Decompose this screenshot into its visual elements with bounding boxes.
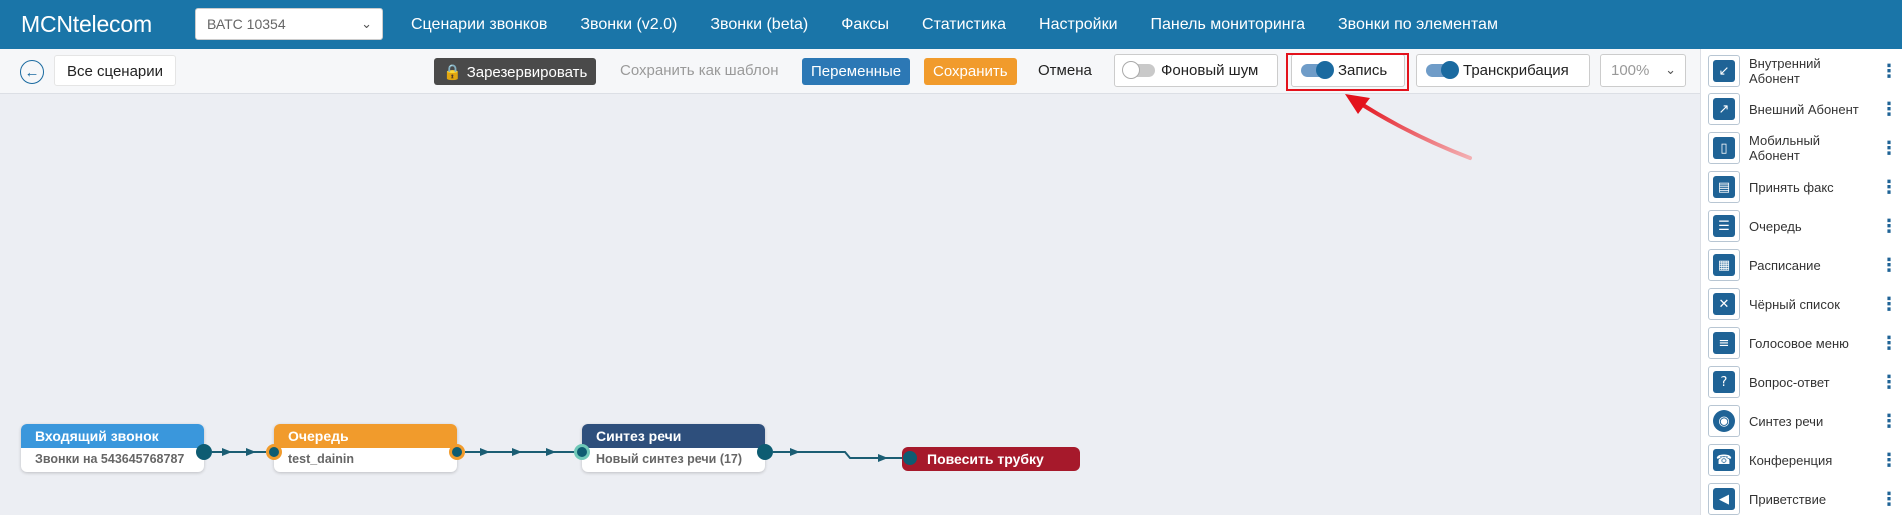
zoom-select[interactable]: 100% ⌄ [1600, 54, 1686, 87]
zoom-value: 100% [1611, 62, 1650, 79]
node-subtitle: Новый синтез речи (17) [596, 452, 743, 466]
node-input-port[interactable] [574, 444, 590, 460]
internal-subscriber-icon: ↙ [1713, 60, 1735, 82]
arrow-left-icon: ← [24, 63, 40, 81]
node-title: Синтез речи [582, 424, 765, 448]
speech-synthesis-icon: ◉ [1713, 410, 1735, 432]
more-vertical-icon[interactable]: ⋮ [1880, 255, 1898, 276]
cancel-button[interactable]: Отмена [1038, 62, 1092, 79]
more-vertical-icon[interactable]: ⋮ [1880, 99, 1898, 120]
palette-item-blacklist[interactable]: ✕ Чёрный список ⋮ [1708, 286, 1898, 322]
nav-calls-by-element[interactable]: Звонки по элементам [1338, 16, 1498, 34]
nav-calls-beta[interactable]: Звонки (beta) [710, 16, 808, 34]
blacklist-icon: ✕ [1713, 293, 1735, 315]
palette-item-speech-synthesis[interactable]: ◉ Синтез речи ⋮ [1708, 403, 1898, 439]
voice-menu-icon: ≡ [1713, 332, 1735, 354]
lock-icon: 🔒 [443, 64, 462, 81]
more-vertical-icon[interactable]: ⋮ [1880, 61, 1898, 82]
palette-item-greeting[interactable]: ◀ Приветствие ⋮ [1708, 481, 1898, 515]
background-noise-label: Фоновый шум [1161, 62, 1259, 79]
node-queue[interactable]: Очередь test_dainin [274, 424, 457, 472]
element-palette: ↙ Внутренний Абонент ⋮ ↗ Внешний Абонент… [1700, 49, 1902, 515]
schedule-icon: ▦ [1713, 254, 1735, 276]
node-title: Повесить трубку [927, 451, 1044, 467]
chevron-down-icon: ⌄ [361, 16, 372, 31]
node-output-port[interactable] [757, 444, 773, 460]
vats-select[interactable]: ВАТС 10354 ⌄ [195, 8, 383, 40]
background-noise-switch[interactable] [1122, 61, 1155, 79]
more-vertical-icon[interactable]: ⋮ [1880, 411, 1898, 432]
more-vertical-icon[interactable]: ⋮ [1880, 450, 1898, 471]
palette-item-queue[interactable]: ☰ Очередь ⋮ [1708, 208, 1898, 244]
save-button[interactable]: Сохранить [924, 58, 1017, 85]
more-vertical-icon[interactable]: ⋮ [1880, 294, 1898, 315]
app-logo[interactable]: MCNtelecom [21, 11, 152, 38]
palette-item-fax[interactable]: ▤ Принять факс ⋮ [1708, 169, 1898, 205]
vats-select-value: ВАТС 10354 [207, 16, 286, 32]
palette-item-conference[interactable]: ☎ Конференция ⋮ [1708, 442, 1898, 478]
node-subtitle: test_dainin [288, 452, 354, 466]
node-title: Входящий звонок [21, 424, 204, 448]
editor-toolbar: ← Все сценарии 🔒 Зарезервировать Сохранит… [0, 49, 1700, 94]
annotation-highlight-box [1286, 53, 1409, 91]
question-answer-icon: ? [1713, 371, 1735, 393]
reserve-label: Зарезервировать [466, 64, 588, 81]
node-input-port[interactable] [903, 451, 917, 465]
chevron-down-icon: ⌄ [1665, 62, 1676, 77]
palette-item-internal-subscriber[interactable]: ↙ Внутренний Абонент ⋮ [1708, 53, 1898, 89]
greeting-icon: ◀ [1713, 488, 1735, 510]
back-button[interactable]: ← [20, 60, 44, 84]
nav-statistics[interactable]: Статистика [922, 16, 1006, 34]
palette-item-mobile-subscriber[interactable]: ▯ Мобильный Абонент ⋮ [1708, 130, 1898, 166]
conference-icon: ☎ [1713, 449, 1735, 471]
more-vertical-icon[interactable]: ⋮ [1880, 138, 1898, 159]
palette-item-voice-menu[interactable]: ≡ Голосовое меню ⋮ [1708, 325, 1898, 361]
node-title: Очередь [274, 424, 457, 448]
fax-icon: ▤ [1713, 176, 1735, 198]
nav-monitoring[interactable]: Панель мониторинга [1151, 16, 1306, 34]
node-input-port[interactable] [266, 444, 282, 460]
palette-item-question-answer[interactable]: ? Вопрос-ответ ⋮ [1708, 364, 1898, 400]
external-subscriber-icon: ↗ [1713, 98, 1735, 120]
nav-faxes[interactable]: Факсы [841, 16, 889, 34]
more-vertical-icon[interactable]: ⋮ [1880, 177, 1898, 198]
palette-item-external-subscriber[interactable]: ↗ Внешний Абонент ⋮ [1708, 91, 1898, 127]
transcription-switch[interactable] [1426, 61, 1459, 79]
palette-item-schedule[interactable]: ▦ Расписание ⋮ [1708, 247, 1898, 283]
node-speech-synthesis[interactable]: Синтез речи Новый синтез речи (17) [582, 424, 765, 472]
nav-call-scenarios[interactable]: Сценарии звонков [411, 16, 547, 34]
variables-button[interactable]: Переменные [802, 58, 911, 85]
main-nav: Сценарии звонков Звонки (v2.0) Звонки (b… [411, 0, 1531, 49]
node-output-port[interactable] [196, 444, 212, 460]
node-hang-up[interactable]: Повесить трубку [902, 447, 1080, 471]
flow-connectors [212, 448, 903, 462]
save-as-template-button[interactable]: Сохранить как шаблон [620, 62, 779, 79]
node-subtitle: Звонки на 543645768787 [35, 452, 185, 466]
node-incoming-call[interactable]: Входящий звонок Звонки на 543645768787 [21, 424, 204, 472]
more-vertical-icon[interactable]: ⋮ [1880, 489, 1898, 510]
mobile-subscriber-icon: ▯ [1713, 137, 1735, 159]
all-scenarios-button[interactable]: Все сценарии [54, 55, 177, 86]
more-vertical-icon[interactable]: ⋮ [1880, 372, 1898, 393]
queue-icon: ☰ [1713, 215, 1735, 237]
more-vertical-icon[interactable]: ⋮ [1880, 216, 1898, 237]
nav-settings[interactable]: Настройки [1039, 16, 1117, 34]
node-output-port[interactable] [449, 444, 465, 460]
transcription-label: Транскрибация [1463, 62, 1569, 79]
nav-calls-v2[interactable]: Звонки (v2.0) [580, 16, 677, 34]
background-noise-toggle[interactable]: Фоновый шум [1114, 54, 1278, 87]
reserve-button[interactable]: 🔒 Зарезервировать [434, 58, 597, 85]
more-vertical-icon[interactable]: ⋮ [1880, 333, 1898, 354]
transcription-toggle[interactable]: Транскрибация [1416, 54, 1590, 87]
